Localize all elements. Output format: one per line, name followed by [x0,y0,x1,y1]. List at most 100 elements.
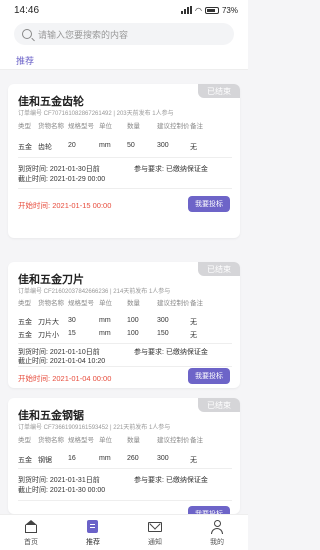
cell: 15 [68,330,76,337]
divider [18,366,232,367]
close-value: 2021-01-04 10:20 [49,358,106,365]
nav-recommend[interactable]: 推荐 [62,515,124,550]
col-header: 类型 [18,300,31,307]
cell: 100 [127,330,139,337]
bottom-nav: 首页 推荐 通知 我的 [0,514,248,550]
nav-home[interactable]: 首页 [0,515,62,550]
cell: 五金 [18,319,32,326]
close-info: 截止时间: 2021-01-04 10:20 [18,356,105,366]
bid-button[interactable]: 我要投标 [188,368,230,384]
status-badge: 已结束 [198,262,240,276]
table-header: 类型 货物名称 规格型号 单位 数量 建议控制价 备注 [18,297,232,307]
cell: mm [99,142,111,149]
bid-button[interactable]: 我要投标 [188,196,230,212]
col-header: 单位 [99,437,112,444]
cell: 无 [190,457,197,464]
start-label: 开始时间: [18,374,51,383]
requirement-value: 已缴纳保证金 [165,349,208,356]
table-row: 五金 钢锯 16 mm 260 300 无 [18,455,232,465]
col-header: 规格型号 [68,123,94,130]
status-badge: 已结束 [198,398,240,412]
table-row: 五金 齿轮 20 mm 50 300 无 [18,142,232,152]
col-header: 建议控制价 [157,437,190,444]
requirement-info: 参与要求: 已缴纳保证金 [134,164,208,174]
search-placeholder: 请输入您要搜索的内容 [38,29,129,40]
nav-mine-label: 我的 [210,539,224,546]
col-header: 规格型号 [68,300,94,307]
arrival-value: 2021-01-30日前 [49,166,100,173]
order-card[interactable]: 已结束 佳和五金钢锯 订单编号 CF73661909161593452 | 22… [8,398,240,514]
close-label: 截止时间: [18,176,48,183]
requirement-value: 已缴纳保证金 [165,477,208,484]
cell: 齿轮 [38,144,52,151]
start-label: 开始时间: [18,201,51,210]
card-title: 佳和五金齿轮 [18,96,84,108]
tab-bar: 推荐 [0,48,248,70]
tab-recommend[interactable]: 推荐 [16,54,34,67]
cell: 无 [190,319,197,326]
requirement-label: 参与要求: [134,166,164,173]
bid-button[interactable]: 我要投标 [188,506,230,514]
divider [18,188,232,189]
nav-mine[interactable]: 我的 [186,515,248,550]
cell: 100 [127,317,139,324]
cell: 无 [190,332,197,339]
requirement-label: 参与要求: [134,477,164,484]
battery-icon [204,6,219,14]
col-header: 类型 [18,437,31,444]
close-info: 截止时间: 2021-01-30 00:00 [18,485,105,495]
arrival-info: 到货时间: 2021-01-30日前 [18,164,100,174]
start-value: 2021-01-04 00:00 [52,374,112,383]
cell: 五金 [18,457,32,464]
card-title: 佳和五金刀片 [18,274,84,286]
col-header: 货物名称 [38,123,64,130]
divider [18,500,232,501]
cell: mm [99,455,111,462]
search-icon [22,29,32,39]
start-time: 开始时间: 2021-01-15 00:00 [18,200,111,211]
close-label: 截止时间: [18,487,48,494]
cell: 50 [127,142,135,149]
close-info: 截止时间: 2021-01-29 00:00 [18,174,105,184]
col-header: 建议控制价 [157,300,190,307]
recommend-icon [86,520,100,534]
divider [18,157,232,158]
table-row: 五金 刀片大 30 mm 100 300 无 [18,317,232,327]
nav-notify[interactable]: 通知 [124,515,186,550]
battery-level: 73% [221,5,238,15]
table-header: 类型 货物名称 规格型号 单位 数量 建议控制价 备注 [18,120,232,130]
col-header: 单位 [99,123,112,130]
arrival-label: 到货时间: [18,166,48,173]
cell: 五金 [18,332,32,339]
cell: 钢锯 [38,457,52,464]
order-card[interactable]: 已结束 佳和五金刀片 订单编号 CF21602037842666236 | 21… [8,262,240,388]
cell: 300 [157,317,169,324]
search-input[interactable]: 请输入您要搜索的内容 [14,23,234,45]
col-header: 数量 [127,300,140,307]
status-bar: 14:46 ◠ 73% [0,0,248,20]
cell: 16 [68,455,76,462]
cell: 150 [157,330,169,337]
requirement-info: 参与要求: 已缴纳保证金 [134,347,208,357]
start-value: 2021-01-15 00:00 [52,201,112,210]
close-value: 2021-01-30 00:00 [49,487,106,494]
divider [18,343,232,344]
wifi-icon: ◠ [195,5,202,15]
status-time: 14:46 [14,4,40,16]
col-header: 类型 [18,123,31,130]
arrival-label: 到货时间: [18,477,48,484]
order-card[interactable]: 已结束 佳和五金齿轮 订单编号 CF707161082867261492 | 2… [8,84,240,238]
cell: 五金 [18,144,32,151]
card-meta: 订单编号 CF21602037842666236 | 214天前发布 1人参与 [18,289,171,295]
card-meta: 订单编号 CF707161082867261492 | 203天前发布 1人参与 [18,111,174,117]
col-header: 备注 [190,437,203,444]
col-header: 货物名称 [38,300,64,307]
start-time: 开始时间: 2021-01-04 00:00 [18,373,111,384]
table-row: 五金 刀片小 15 mm 100 150 无 [18,330,232,340]
requirement-value: 已缴纳保证金 [165,166,208,173]
requirement-label: 参与要求: [134,349,164,356]
cell: 刀片小 [38,332,59,339]
mail-icon [148,520,162,534]
col-header: 规格型号 [68,437,94,444]
table-header: 类型 货物名称 规格型号 单位 数量 建议控制价 备注 [18,434,232,444]
